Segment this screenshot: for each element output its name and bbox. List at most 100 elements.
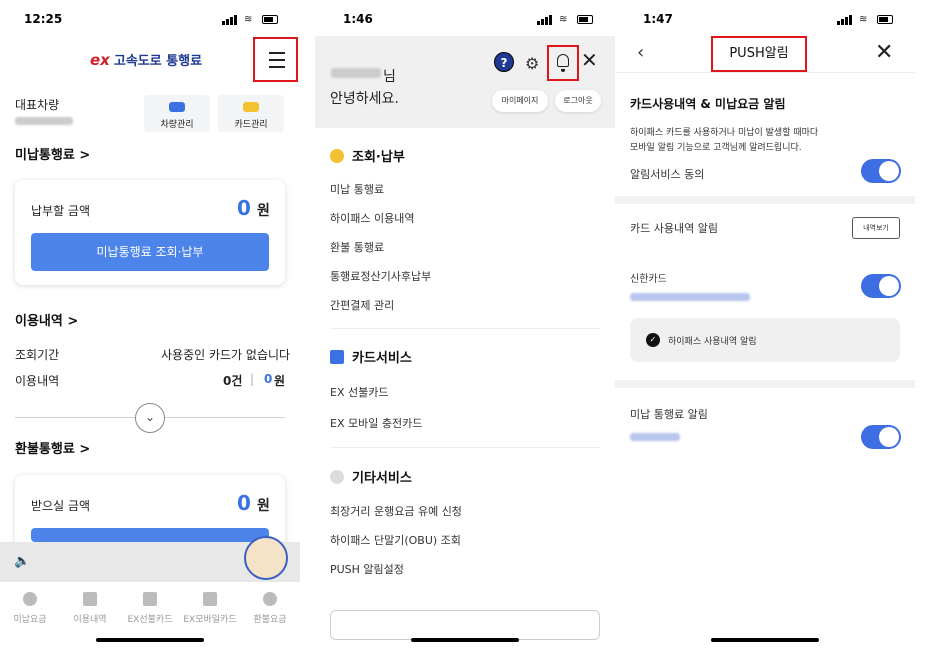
logout-button[interactable]: 로그아웃 [555, 90, 601, 112]
status-bar: 12:25 ≋ [0, 12, 300, 30]
coin-icon [330, 149, 344, 163]
mascot-avatar[interactable] [244, 536, 288, 580]
tab-prepaid-card[interactable]: EX선불카드 [120, 612, 180, 625]
wifi-icon: ≋ [859, 14, 868, 25]
menu-item-unpaid[interactable]: 미납 통행료 [330, 181, 384, 197]
gear-icon[interactable]: ⚙ [525, 54, 539, 73]
help-icon[interactable]: ? [494, 52, 514, 72]
page-title: PUSH알림 [711, 36, 807, 72]
bottom-tab-bar: 미납요금 이용내역 EX선불카드 EX모바일카드 환불요금 [0, 582, 300, 632]
hipass-alert-option[interactable]: ✓ 하이패스 사용내역 알림 [630, 318, 900, 362]
status-time: 12:25 [24, 12, 63, 26]
card-name: 신한카드 [630, 274, 667, 285]
tab-refund[interactable]: 환불요금 [240, 612, 300, 625]
card-manage-label: 카드관리 [234, 120, 268, 130]
menu-item-long-distance[interactable]: 최장거리 운행요금 유예 신청 [330, 503, 462, 519]
card-alert-label: 카드 사용내역 알림 [630, 222, 718, 235]
mypage-button[interactable]: 마이페이지 [492, 90, 548, 112]
battery-icon [262, 15, 278, 24]
status-icons: ≋ [537, 14, 597, 26]
menu-divider [330, 447, 600, 448]
home-indicator [411, 638, 519, 642]
receive-amount-value: 0 [237, 491, 251, 515]
menu-item-mobile-charge[interactable]: EX 모바일 충전카드 [330, 415, 422, 431]
unpaid-toggle[interactable] [861, 425, 901, 449]
menu-item-hipass-usage[interactable]: 하이패스 이용내역 [330, 210, 414, 226]
menu-item-post-payment[interactable]: 통행료정산기사후납부 [330, 268, 431, 284]
card-icon [330, 350, 344, 364]
pay-amount-unit: 원 [257, 203, 270, 219]
tab-mobile-icon [203, 592, 217, 606]
push-settings-screen: 1:47 ≋ ‹ PUSH알림 ✕ 카드사용내역 & 미납요금 알림 하이패스 … [615, 0, 915, 650]
tab-refund-icon [263, 592, 277, 606]
wifi-icon: ≋ [244, 14, 253, 25]
battery-icon [577, 15, 593, 24]
pay-amount-value: 0 [237, 196, 251, 220]
usage-amount: 0 [264, 372, 273, 386]
description-line1: 하이패스 카드를 사용하거나 미납이 발생할 때마다 [630, 128, 819, 138]
menu-item-prepaid-card[interactable]: EX 선불카드 [330, 384, 388, 400]
card-manage-button[interactable]: 카드관리 [218, 95, 284, 132]
greeting-suffix: 님 [383, 69, 396, 85]
close-icon[interactable]: ✕ [875, 40, 893, 65]
unpaid-alert-blurred [630, 433, 680, 441]
consent-label: 알림서비스 동의 [630, 168, 705, 181]
tab-usage[interactable]: 이용내역 [60, 612, 120, 625]
unpaid-card: 납부할 금액 0 원 미납통행료 조회·납부 [15, 180, 285, 285]
home-indicator [711, 638, 819, 642]
battery-icon [877, 15, 893, 24]
detail-button[interactable]: 내역보기 [852, 217, 900, 239]
section-separator [615, 196, 915, 204]
section-title: 카드사용내역 & 미납요금 알림 [630, 97, 786, 111]
menu-item-push-settings[interactable]: PUSH 알림설정 [330, 561, 404, 577]
section-card-service: 카드서비스 [330, 347, 412, 366]
bottom-partial-box [330, 610, 600, 640]
menu-item-obu[interactable]: 하이패스 단말기(OBU) 조회 [330, 532, 461, 548]
usage-separator: | [250, 372, 255, 386]
tab-mobile-card[interactable]: EX모바일카드 [180, 612, 240, 625]
tab-usage-icon [83, 592, 97, 606]
home-indicator [96, 638, 204, 642]
home-screen: 12:25 ≋ ex 고속도로 통행료 대표차량 차량관리 카드관리 미납통행료 … [0, 0, 300, 650]
unpaid-title[interactable]: 미납통행료 > [15, 144, 90, 163]
menu-item-easy-pay[interactable]: 간편결제 관리 [330, 297, 394, 313]
usage-count: 0건 [223, 374, 243, 388]
status-icons: ≋ [222, 14, 282, 26]
unpaid-pay-button[interactable]: 미납통행료 조회·납부 [31, 233, 269, 271]
usage-label: 이용내역 [15, 374, 60, 388]
car-icon [169, 102, 185, 112]
hipass-alert-label: 하이패스 사용내역 알림 [668, 337, 757, 347]
pay-amount-label: 납부할 금액 [31, 204, 91, 218]
receive-amount-unit: 원 [257, 498, 270, 514]
unpaid-alert-label: 미납 통행료 알림 [630, 408, 708, 421]
bell-icon[interactable] [547, 45, 579, 81]
back-icon[interactable]: ‹ [637, 42, 644, 63]
app-logo: ex 고속도로 통행료 [90, 51, 203, 69]
status-bar: 1:47 ≋ [615, 12, 915, 30]
speaker-icon[interactable]: 🔈 [14, 554, 30, 569]
usage-amount-unit: 원 [274, 374, 286, 388]
more-icon [330, 470, 344, 484]
menu-divider [330, 328, 600, 329]
close-icon[interactable]: ✕ [581, 48, 598, 72]
header-divider [615, 72, 915, 73]
vehicle-manage-label: 차량관리 [160, 120, 194, 130]
status-time: 1:46 [343, 12, 373, 26]
period-value: 사용중인 카드가 없습니다 [161, 348, 291, 362]
menu-button[interactable] [253, 37, 298, 82]
usage-title[interactable]: 이용내역 > [15, 310, 78, 329]
refund-button-partial[interactable] [31, 528, 269, 542]
tab-unpaid[interactable]: 미납요금 [0, 612, 60, 625]
refund-title[interactable]: 환불통행료 > [15, 438, 90, 457]
vehicle-manage-button[interactable]: 차량관리 [144, 95, 210, 132]
menu-item-refund[interactable]: 환불 통행료 [330, 239, 384, 255]
consent-toggle[interactable] [861, 159, 901, 183]
status-icons: ≋ [837, 14, 897, 26]
card-toggle[interactable] [861, 274, 901, 298]
tab-prepaid-icon [143, 592, 157, 606]
section-inquiry-payment: 조회·납부 [330, 146, 405, 165]
period-label: 조회기간 [15, 348, 60, 362]
description-line2: 모바일 알림 기능으로 고객님께 알려드립니다. [630, 143, 802, 153]
status-bar: 1:46 ≋ [315, 12, 615, 30]
expand-chevron-icon[interactable]: ⌄ [135, 403, 165, 433]
